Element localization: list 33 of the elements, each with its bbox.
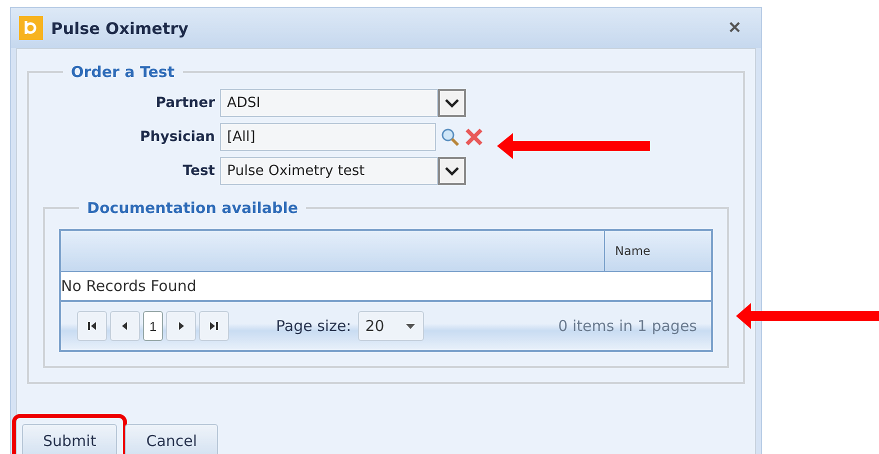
- next-icon: [176, 321, 186, 331]
- app-logo-icon: [19, 16, 43, 40]
- search-icon[interactable]: [440, 127, 460, 147]
- previous-page-button[interactable]: [110, 311, 140, 341]
- caret-icon: [406, 324, 416, 328]
- next-page-button[interactable]: [166, 311, 196, 341]
- first-icon: [87, 321, 97, 331]
- dropdown-button[interactable]: [438, 157, 466, 185]
- previous-icon: [120, 321, 130, 331]
- page-size-label: Page size:: [276, 317, 352, 335]
- page-button[interactable]: 1: [143, 311, 163, 341]
- dropdown-field[interactable]: ADSI: [220, 89, 438, 117]
- dropdown-field[interactable]: Pulse Oximetry test: [220, 157, 438, 185]
- page-size-dropdown[interactable]: 20: [358, 311, 424, 341]
- last-page-button[interactable]: [199, 311, 229, 341]
- dropdown-button[interactable]: [438, 89, 466, 117]
- group-title: Documentation available: [86, 199, 300, 217]
- pager-summary: 0 items in 1 pages: [558, 317, 697, 335]
- input-field[interactable]: [All]: [220, 123, 436, 151]
- chevron-icon: [445, 98, 459, 108]
- close-button[interactable]: ✕: [716, 18, 753, 38]
- chevron-icon: [445, 166, 459, 176]
- last-icon: [209, 321, 219, 331]
- group-title: Order a Test: [70, 63, 176, 81]
- field-label: Physician: [139, 129, 215, 145]
- column-header[interactable]: Name: [605, 231, 711, 271]
- first-page-button[interactable]: [77, 311, 107, 341]
- field-label: Partner: [154, 95, 215, 111]
- clear-icon[interactable]: [464, 127, 484, 147]
- dialog-button[interactable]: Cancel: [125, 424, 218, 454]
- window-title: Pulse Oximetry: [51, 18, 190, 38]
- dialog-button[interactable]: Submit: [22, 424, 118, 454]
- field-label: Test: [182, 163, 215, 179]
